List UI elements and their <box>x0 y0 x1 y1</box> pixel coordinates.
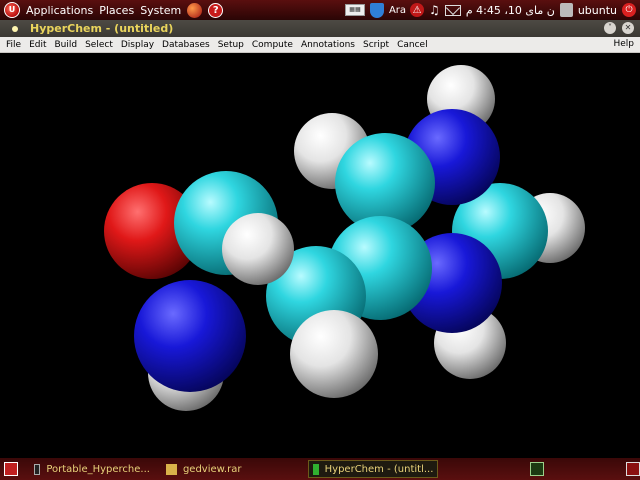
keyboard-icon[interactable]: ▦▦ <box>344 4 365 16</box>
menu-databases[interactable]: Databases <box>162 40 210 50</box>
menu-select[interactable]: Select <box>85 40 113 50</box>
menubar: File Edit Build Select Display Databases… <box>0 37 640 53</box>
keyboard-layout-indicator[interactable]: Ara <box>389 5 406 16</box>
menu-annotations[interactable]: Annotations <box>301 40 355 50</box>
mail-icon[interactable] <box>444 4 461 16</box>
clock[interactable]: ن مای 10، 4:45 م <box>466 4 555 17</box>
menu-display[interactable]: Display <box>121 40 154 50</box>
molecule-view[interactable] <box>0 53 640 458</box>
taskbar-item-label: HyperChem - (untitl... <box>324 463 434 475</box>
bottom-panel: Portable_Hyperche... gedview.rar HyperCh… <box>0 458 640 480</box>
molecule-workspace[interactable] <box>0 53 640 458</box>
shield-icon[interactable] <box>369 2 384 18</box>
workspace-switcher-icon[interactable] <box>530 462 545 476</box>
network-icon[interactable]: ⚠ <box>410 3 425 17</box>
taskbar-item-label: Portable_Hyperche... <box>46 463 150 475</box>
user-icon[interactable] <box>559 3 573 17</box>
atom-hydrogen[interactable] <box>290 310 378 398</box>
taskbar-item-active[interactable]: HyperChem - (untitl... <box>308 460 439 478</box>
taskbar-item-label: gedview.rar <box>182 463 242 475</box>
menu-script[interactable]: Script <box>363 40 389 50</box>
show-desktop-icon[interactable] <box>4 462 18 476</box>
menu-compute[interactable]: Compute <box>252 40 293 50</box>
power-icon[interactable]: ⏻ <box>622 3 636 17</box>
system-menu[interactable]: System <box>140 4 181 17</box>
window-titlebar[interactable]: HyperChem - (untitled) ˅ ✕ <box>0 20 640 37</box>
volume-icon[interactable]: ♫ <box>429 3 440 17</box>
applications-menu[interactable]: Applications <box>26 4 93 17</box>
top-panel: U Applications Places System ? ▦▦ Ara ⚠ … <box>0 0 640 20</box>
menu-setup[interactable]: Setup <box>218 40 244 50</box>
distro-logo-icon[interactable]: U <box>4 2 20 18</box>
firefox-icon[interactable] <box>187 2 203 18</box>
system-tray: ▦▦ Ara ⚠ ♫ ن مای 10، 4:45 م ubuntu ⏻ <box>340 0 640 20</box>
terminal-icon <box>33 463 41 475</box>
archive-icon <box>165 463 177 475</box>
minimize-button[interactable]: ˅ <box>604 22 616 34</box>
atom-nitrogen[interactable] <box>134 280 246 392</box>
window-menu-icon[interactable] <box>12 25 18 32</box>
menu-cancel[interactable]: Cancel <box>397 40 428 50</box>
menu-edit[interactable]: Edit <box>29 40 46 50</box>
places-menu[interactable]: Places <box>99 4 134 17</box>
taskbar-item[interactable]: Portable_Hyperche... <box>33 460 150 478</box>
menu-build[interactable]: Build <box>55 40 78 50</box>
atom-hydrogen[interactable] <box>222 213 294 285</box>
menu-help[interactable]: Help <box>613 39 634 49</box>
taskbar-item[interactable]: gedview.rar <box>165 460 268 478</box>
username[interactable]: ubuntu <box>578 4 617 17</box>
menu-file[interactable]: File <box>6 40 21 50</box>
window-title: HyperChem - (untitled) <box>30 22 174 35</box>
hyperchem-icon <box>313 463 319 475</box>
trash-icon[interactable] <box>626 462 640 476</box>
window-controls: ˅ ✕ <box>598 22 634 34</box>
help-icon[interactable]: ? <box>208 2 224 18</box>
close-button[interactable]: ✕ <box>622 22 634 34</box>
